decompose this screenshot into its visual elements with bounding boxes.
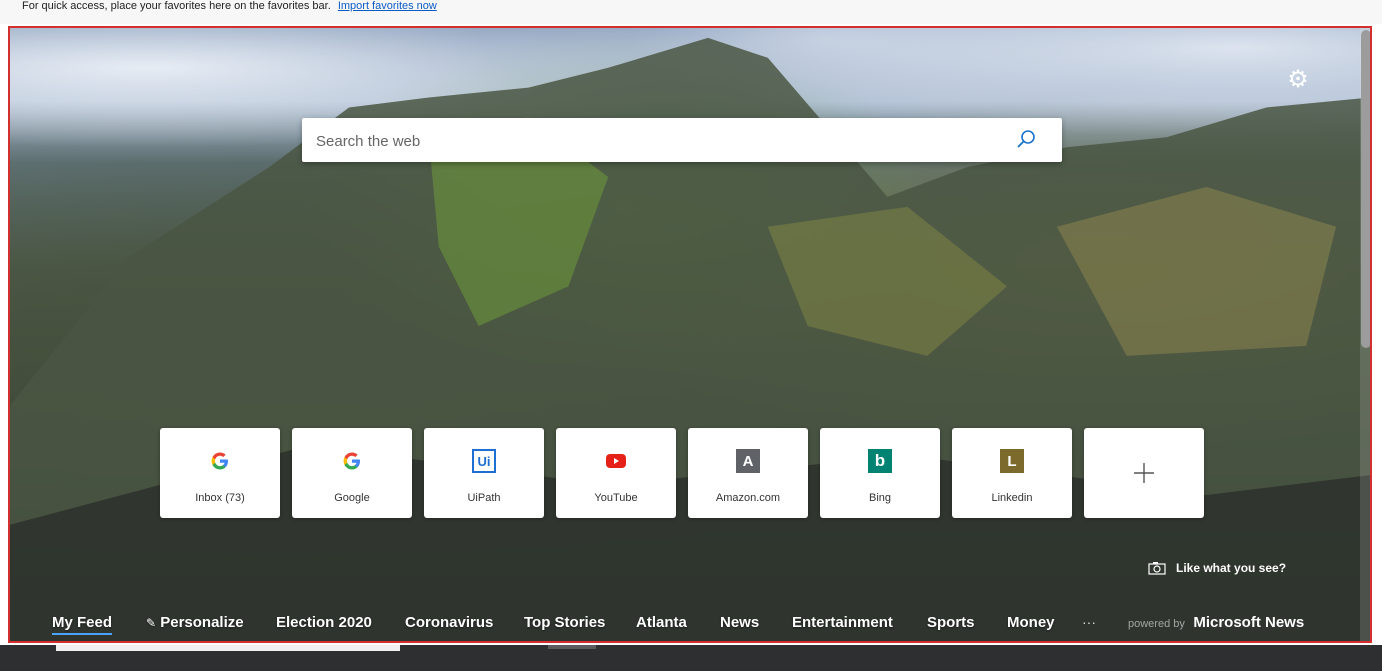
tile-label: YouTube (594, 492, 638, 504)
search-input[interactable] (314, 128, 998, 154)
nav-sports[interactable]: Sports (927, 614, 975, 631)
bing-icon: b (868, 449, 892, 473)
google-icon (343, 452, 360, 470)
tile-label: Bing (868, 492, 892, 504)
search-icon[interactable] (1014, 128, 1038, 152)
powered-by-microsoft-news: powered by Microsoft News (1128, 614, 1304, 632)
tile-label: Inbox (73) (195, 492, 245, 504)
top-site-tile-bing[interactable]: b Bing (820, 428, 940, 518)
uipath-icon: Ui (472, 449, 496, 473)
tile-label: Linkedin (991, 492, 1033, 504)
tile-label: Google (334, 492, 370, 504)
like-what-you-see-label: Like what you see? (1176, 561, 1287, 575)
import-favorites-link[interactable]: Import favorites now (338, 0, 437, 12)
top-site-tile-uipath[interactable]: Ui UiPath (424, 428, 544, 518)
taskbar-strip (0, 645, 1382, 671)
scrollbar-thumb[interactable] (1361, 30, 1370, 348)
linkedin-letter-icon: L (1000, 449, 1024, 473)
top-site-tile-amazon[interactable]: A Amazon.com (688, 428, 808, 518)
favorites-bar: For quick access, place your favorites h… (0, 0, 1382, 24)
nav-personalize[interactable]: ✎ Personalize (146, 614, 244, 631)
tile-label: Amazon.com (715, 492, 781, 504)
tile-label: UiPath (467, 492, 501, 504)
news-nav-bar: My Feed ✎ Personalize Election 2020 Coro… (10, 610, 1370, 640)
nav-coronavirus[interactable]: Coronavirus (405, 614, 493, 631)
camera-icon (1148, 562, 1166, 575)
more-nav-button[interactable]: ··· (1082, 614, 1096, 630)
pencil-icon: ✎ (146, 616, 157, 630)
nav-personalize-label: Personalize (160, 614, 244, 631)
nav-top-stories[interactable]: Top Stories (524, 614, 605, 631)
settings-gear-icon[interactable]: ⚙ (1286, 68, 1310, 92)
favorites-message-text: For quick access, place your favorites h… (22, 0, 331, 12)
nav-atlanta[interactable]: Atlanta (636, 614, 687, 631)
top-site-tile-inbox[interactable]: Inbox (73) (160, 428, 280, 518)
top-site-tile-google[interactable]: Google (292, 428, 412, 518)
vertical-scrollbar[interactable] (1360, 28, 1370, 641)
new-tab-page: ⚙ Inbox (73) Google (8, 26, 1372, 643)
nav-election-2020[interactable]: Election 2020 (276, 614, 372, 631)
taskbar-item[interactable] (56, 645, 400, 651)
favorites-bar-message: For quick access, place your favorites h… (22, 0, 437, 12)
like-what-you-see-button[interactable]: Like what you see? (1148, 561, 1286, 575)
google-icon (211, 452, 228, 470)
nav-news[interactable]: News (720, 614, 759, 631)
top-site-tile-youtube[interactable]: YouTube (556, 428, 676, 518)
add-site-tile[interactable] (1084, 428, 1204, 518)
top-site-tile-linkedin[interactable]: L Linkedin (952, 428, 1072, 518)
microsoft-news-brand: Microsoft News (1193, 614, 1305, 631)
taskbar-item[interactable] (548, 645, 596, 649)
nav-money[interactable]: Money (1007, 614, 1055, 631)
amazon-letter-icon: A (736, 449, 760, 473)
plus-icon (1134, 463, 1154, 483)
search-box (302, 118, 1062, 162)
nav-entertainment[interactable]: Entertainment (792, 614, 893, 631)
powered-by-text: powered by (1128, 618, 1185, 630)
youtube-icon (606, 454, 626, 468)
nav-my-feed[interactable]: My Feed (52, 614, 113, 635)
